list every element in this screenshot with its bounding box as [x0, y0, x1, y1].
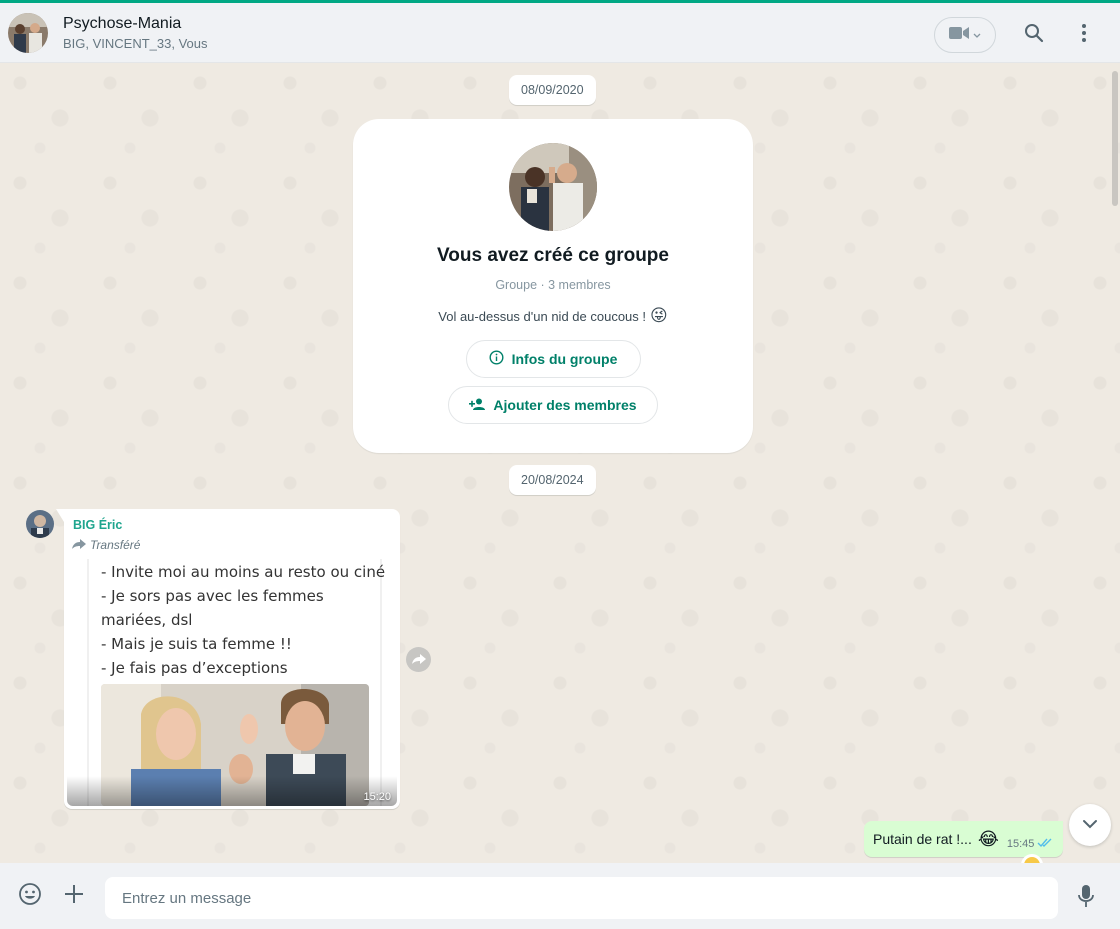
meme-line: - Mais je suis ta femme !!	[101, 635, 292, 653]
info-icon	[489, 350, 504, 368]
plus-icon	[64, 884, 84, 909]
video-call-button[interactable]	[934, 17, 996, 53]
date-separator: 20/08/2024	[509, 465, 596, 495]
video-icon	[949, 26, 969, 45]
forward-icon	[411, 651, 426, 669]
sender-avatar[interactable]	[26, 510, 54, 538]
meme-text: - Invite moi au moins au resto ou ciné -…	[89, 559, 386, 680]
meme-line: - Je sors pas avec les femmes	[101, 587, 324, 605]
group-info-button[interactable]: Infos du groupe	[465, 340, 641, 378]
chat-members[interactable]: BIG, VINCENT_33, Vous	[63, 35, 208, 53]
mic-icon	[1078, 884, 1094, 913]
meme-line: - Invite moi au moins au resto ou ciné	[101, 563, 386, 581]
voice-message-button[interactable]	[1070, 882, 1102, 914]
forwarded-text: Transféré	[90, 538, 141, 552]
incoming-message[interactable]: BIG Éric Transféré - Invite moi au moins…	[56, 509, 400, 809]
attach-button[interactable]	[58, 880, 90, 912]
double-check-icon	[1037, 838, 1053, 851]
chevron-down-icon	[973, 26, 981, 44]
wink-tongue-emoji-icon: 😜	[650, 306, 668, 325]
chevron-down-icon	[1082, 816, 1098, 834]
group-card-avatar[interactable]	[509, 143, 597, 231]
group-description: Vol au-dessus d'un nid de coucous ! 😜	[438, 306, 667, 326]
compose-bar	[0, 863, 1120, 929]
meme-image[interactable]: - Invite moi au moins au resto ou ciné -…	[67, 559, 397, 806]
laughing-emoji-icon: 😂	[977, 828, 999, 849]
menu-icon	[1081, 23, 1087, 48]
group-avatar[interactable]	[8, 12, 48, 53]
emoji-icon	[18, 882, 42, 911]
meme-content: - Invite moi au moins au resto ou ciné -…	[87, 559, 386, 806]
add-members-button[interactable]: Ajouter des membres	[448, 386, 658, 424]
group-description-text: Vol au-dessus d'un nid de coucous !	[438, 308, 646, 324]
chat-scrollbar[interactable]	[1112, 71, 1118, 206]
outgoing-message-meta: 15:45	[1007, 838, 1054, 851]
date-separator: 08/09/2020	[509, 75, 596, 105]
add-members-label: Ajouter des membres	[493, 397, 637, 413]
group-card-title: Vous avez créé ce groupe	[437, 245, 669, 266]
forwarded-label: Transféré	[72, 538, 140, 552]
sender-name[interactable]: BIG Éric	[73, 518, 122, 532]
group-info-label: Infos du groupe	[511, 351, 618, 367]
outgoing-message[interactable]: Putain de rat !... 😂 15:45	[864, 821, 1064, 857]
meme-line: mariées, dsl	[101, 611, 193, 629]
meme-line: - Je fais pas d’exceptions	[101, 659, 288, 677]
search-icon	[1024, 23, 1044, 48]
message-reaction[interactable]	[1020, 853, 1044, 863]
emoji-button[interactable]	[14, 880, 46, 912]
scroll-to-bottom-button[interactable]	[1069, 804, 1111, 846]
outgoing-message-content: Putain de rat !... 😂	[873, 829, 999, 850]
forwarded-icon	[72, 538, 86, 552]
message-input[interactable]	[105, 877, 1058, 919]
message-time: 15:45	[1006, 838, 1035, 850]
forward-button[interactable]	[406, 647, 431, 672]
outgoing-message-text: Putain de rat !...	[873, 831, 972, 847]
search-button[interactable]	[1014, 15, 1054, 55]
meme-shade	[67, 776, 397, 806]
group-created-card: Vous avez créé ce groupe Groupe · 3 memb…	[353, 119, 753, 453]
chat-area[interactable]: 08/09/2020 Vous avez créé ce groupe Grou…	[0, 63, 1120, 863]
menu-button[interactable]	[1064, 15, 1104, 55]
add-person-icon	[469, 397, 486, 413]
group-card-subtitle: Groupe · 3 membres	[495, 278, 611, 292]
chat-header[interactable]: Psychose-Mania BIG, VINCENT_33, Vous	[0, 3, 1120, 63]
chat-title[interactable]: Psychose-Mania	[63, 13, 208, 34]
message-time: 15:20	[363, 791, 391, 803]
